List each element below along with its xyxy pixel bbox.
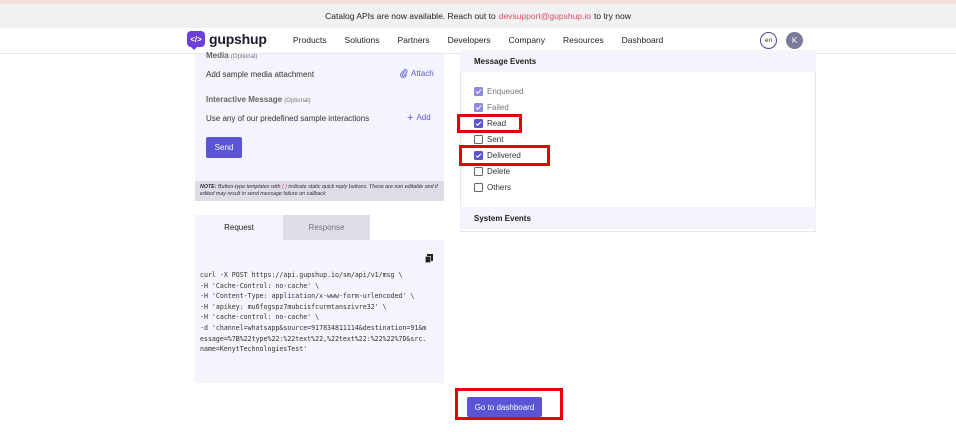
add-interaction-button[interactable]: + Add: [407, 111, 431, 124]
logo-chat-icon: </>: [187, 31, 205, 50]
event-label: Sent: [487, 135, 504, 144]
plus-icon: +: [407, 111, 414, 124]
checkbox-unchecked-icon[interactable]: [474, 135, 483, 144]
media-description: Add sample media attachment: [206, 70, 315, 79]
events-panel: [460, 50, 816, 232]
interactive-description: Use any of our predefined sample interac…: [206, 114, 370, 123]
nav-item-dashboard[interactable]: Dashboard: [622, 35, 664, 45]
nav-item-products[interactable]: Products: [293, 35, 327, 45]
attach-button[interactable]: Attach: [400, 69, 434, 78]
code-line: -H 'Content-Type: application/x-www-form…: [200, 292, 415, 301]
nav-item-company[interactable]: Company: [509, 35, 545, 45]
interactive-message-label: Interactive Message (Optional): [206, 95, 311, 104]
event-enqueued[interactable]: Enqueued: [474, 87, 523, 96]
media-optional-text: (Optional): [230, 54, 258, 60]
message-events-header: Message Events: [460, 50, 816, 72]
gupshup-logo[interactable]: </> gupshup: [187, 31, 267, 50]
checkbox-checked-icon[interactable]: [474, 87, 483, 96]
code-line: -H 'apikey: mu6fogspz7mubcisfcurmtansziv…: [200, 302, 387, 311]
nav-item-solutions[interactable]: Solutions: [345, 35, 380, 45]
checkbox-checked-icon[interactable]: [474, 103, 483, 112]
announcement-banner: Catalog APIs are now available. Reach ou…: [0, 4, 956, 28]
button-template-note: NOTE: Button-type templates with { } ind…: [195, 181, 444, 201]
media-label: Media (Optional): [206, 51, 257, 60]
curl-code: curl -X POST https://api.gupshup.io/sm/a…: [200, 270, 440, 355]
event-delete[interactable]: Delete: [474, 167, 510, 176]
attach-label: Attach: [411, 69, 434, 78]
checkbox-unchecked-icon[interactable]: [474, 183, 483, 192]
note-text-1b: indicate static quick reply buttons. The…: [288, 184, 404, 190]
highlight-delivered: [459, 145, 550, 166]
nav-item-developers[interactable]: Developers: [448, 35, 491, 45]
code-line: -H 'cache-control: no-cache' \: [200, 313, 320, 322]
code-line: -H 'Cache-Control: no-cache' \: [200, 281, 320, 290]
event-others[interactable]: Others: [474, 183, 511, 192]
event-label: Delete: [487, 167, 511, 176]
nav-item-partners[interactable]: Partners: [398, 35, 430, 45]
event-label: Enqueued: [487, 87, 524, 96]
main-menu: Products Solutions Partners Developers C…: [293, 35, 681, 45]
media-label-text: Media: [206, 51, 229, 60]
user-avatar[interactable]: K: [786, 32, 803, 49]
interactive-optional-text: (Optional): [284, 98, 311, 104]
event-label: Others: [487, 183, 512, 192]
banner-text: Catalog APIs are now available. Reach ou…: [325, 11, 496, 21]
event-label: Failed: [487, 103, 509, 112]
send-button[interactable]: Send: [206, 137, 242, 158]
logo-text: gupshup: [209, 31, 267, 47]
interactive-label-text: Interactive Message: [206, 95, 283, 104]
code-line: -d 'channel=whatsapp&source=917834811114…: [200, 323, 427, 332]
code-line: essage=%7B%22type%22:%22text%22,%22text%…: [200, 334, 427, 343]
tab-request[interactable]: Request: [195, 215, 283, 240]
checkbox-unchecked-icon[interactable]: [474, 167, 483, 176]
tab-response[interactable]: Response: [283, 215, 370, 240]
code-line: name=KenytTechnologiesTest': [200, 345, 308, 354]
system-events-header[interactable]: System Events: [460, 207, 816, 229]
event-failed[interactable]: Failed: [474, 103, 509, 112]
add-label: Add: [416, 113, 431, 122]
note-prefix: NOTE:: [200, 184, 217, 190]
highlight-read: [457, 114, 522, 133]
support-email-link[interactable]: devsupport@gupshup.io: [499, 11, 591, 21]
event-sent[interactable]: Sent: [474, 135, 503, 144]
code-line: curl -X POST https://api.gupshup.io/sm/a…: [200, 271, 403, 279]
copy-icon[interactable]: [425, 254, 433, 263]
go-to-dashboard-button[interactable]: Go to dashboard: [467, 397, 542, 417]
note-brackets: { }: [281, 184, 287, 190]
language-selector[interactable]: en: [760, 32, 777, 49]
banner-text-end: to try now: [594, 11, 631, 21]
paperclip-icon: [400, 69, 408, 78]
nav-item-resources[interactable]: Resources: [563, 35, 604, 45]
note-text-1: Button-type templates with: [217, 184, 281, 190]
